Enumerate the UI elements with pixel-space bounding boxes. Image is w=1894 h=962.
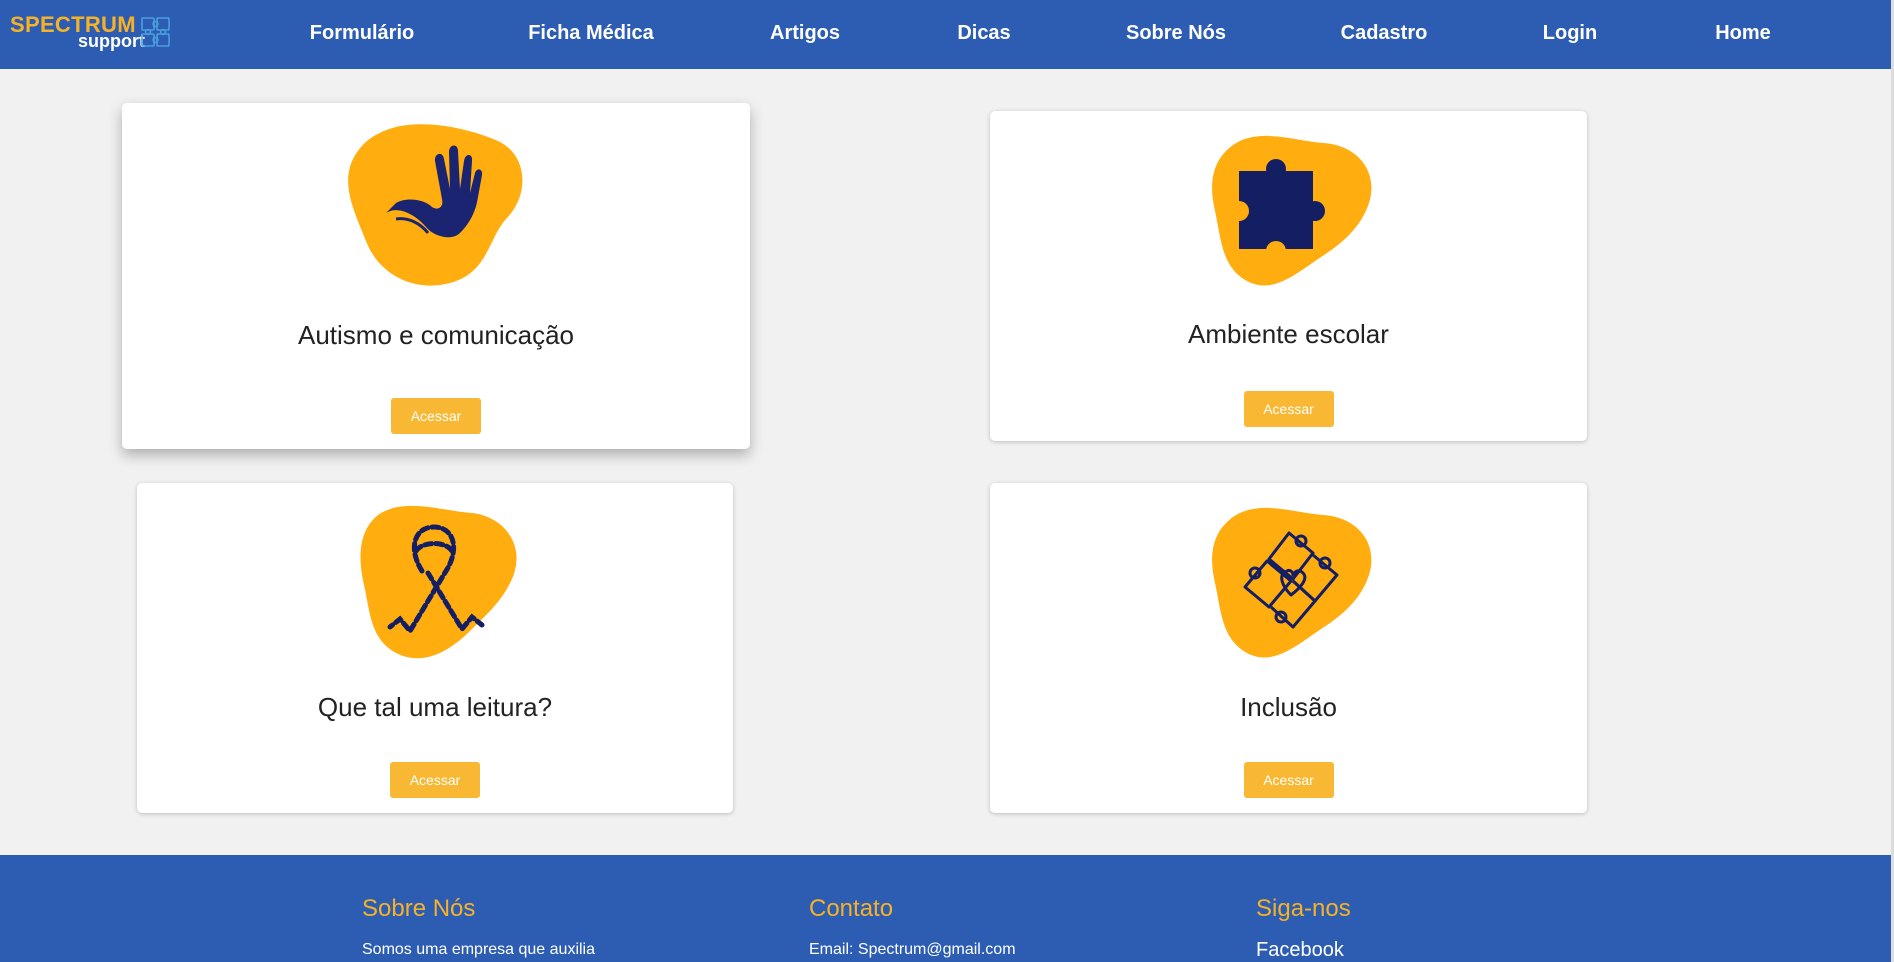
- acessar-button[interactable]: Acessar: [1243, 762, 1334, 798]
- card-title: Inclusão: [1240, 692, 1337, 722]
- main-nav: Formulário Ficha Médica Artigos Dicas So…: [0, 22, 1891, 48]
- card-title: Autismo e comunicação: [297, 320, 575, 350]
- blob-background: [1211, 507, 1371, 658]
- footer-contact: Contato Email: Spectrum@gmail.com: [809, 895, 1016, 958]
- footer-about-heading: Sobre Nós: [362, 895, 476, 922]
- nav-cadastro[interactable]: Cadastro: [1341, 22, 1428, 45]
- nav-sobre-nos[interactable]: Sobre Nós: [1126, 22, 1226, 45]
- puzzle-piece-icon: [1228, 159, 1325, 261]
- nav-artigos[interactable]: Artigos: [770, 22, 840, 45]
- card-leitura[interactable]: Que tal uma leitura? Acessar: [137, 483, 733, 813]
- page: SPECTRUM support Formulário Ficha Médica…: [0, 0, 1894, 962]
- footer-follow: Siga-nos Facebook: [1256, 895, 1351, 961]
- facebook-link[interactable]: Facebook: [1256, 939, 1344, 962]
- nav-ficha-medica[interactable]: Ficha Médica: [528, 22, 654, 45]
- card-title: Ambiente escolar: [1188, 319, 1389, 349]
- card-inclusao[interactable]: Inclusão Acessar: [990, 483, 1587, 813]
- nav-login[interactable]: Login: [1543, 22, 1597, 45]
- footer-contact-heading: Contato: [809, 895, 894, 922]
- top-navbar: SPECTRUM support Formulário Ficha Médica…: [0, 0, 1891, 69]
- blob-background: [1211, 135, 1371, 286]
- card-title: Que tal uma leitura?: [317, 692, 553, 722]
- blob-background: [348, 124, 523, 286]
- footer-contact-email: Email: Spectrum@gmail.com: [809, 941, 1016, 958]
- nav-formulario[interactable]: Formulário: [310, 22, 414, 45]
- acessar-button[interactable]: Acessar: [1243, 391, 1334, 427]
- footer-about-text: Somos uma empresa que auxilia: [362, 941, 596, 958]
- nav-dicas[interactable]: Dicas: [957, 22, 1010, 45]
- footer-about: Sobre Nós Somos uma empresa que auxilia: [362, 895, 595, 958]
- nav-home[interactable]: Home: [1715, 22, 1771, 45]
- footer-follow-heading: Siga-nos: [1256, 895, 1351, 922]
- acessar-button[interactable]: Acessar: [390, 762, 480, 798]
- main-content: Autismo e comunicação Acessar Ambiente e…: [0, 69, 1891, 855]
- blob-background: [360, 505, 517, 659]
- card-ambiente-escolar[interactable]: Ambiente escolar Acessar: [990, 111, 1587, 441]
- acessar-button[interactable]: Acessar: [391, 398, 481, 434]
- footer: Sobre Nós Somos uma empresa que auxilia …: [0, 855, 1891, 962]
- card-autismo-comunicacao[interactable]: Autismo e comunicação Acessar: [122, 103, 750, 449]
